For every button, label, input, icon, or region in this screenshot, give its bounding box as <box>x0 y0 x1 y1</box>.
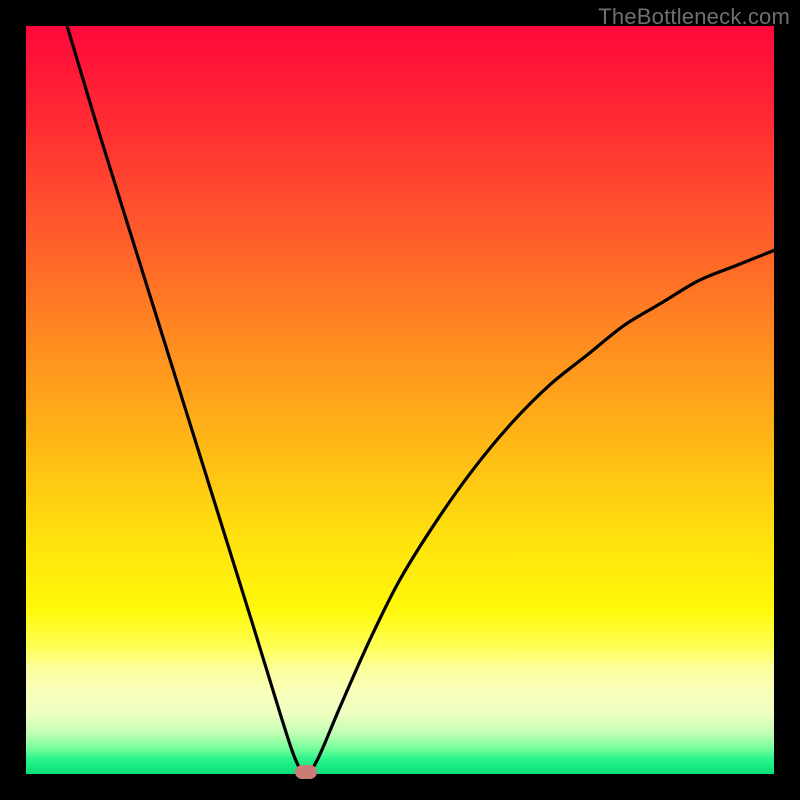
optimum-marker <box>295 765 317 779</box>
chart-frame <box>26 26 774 774</box>
bottleneck-curve <box>26 26 774 774</box>
